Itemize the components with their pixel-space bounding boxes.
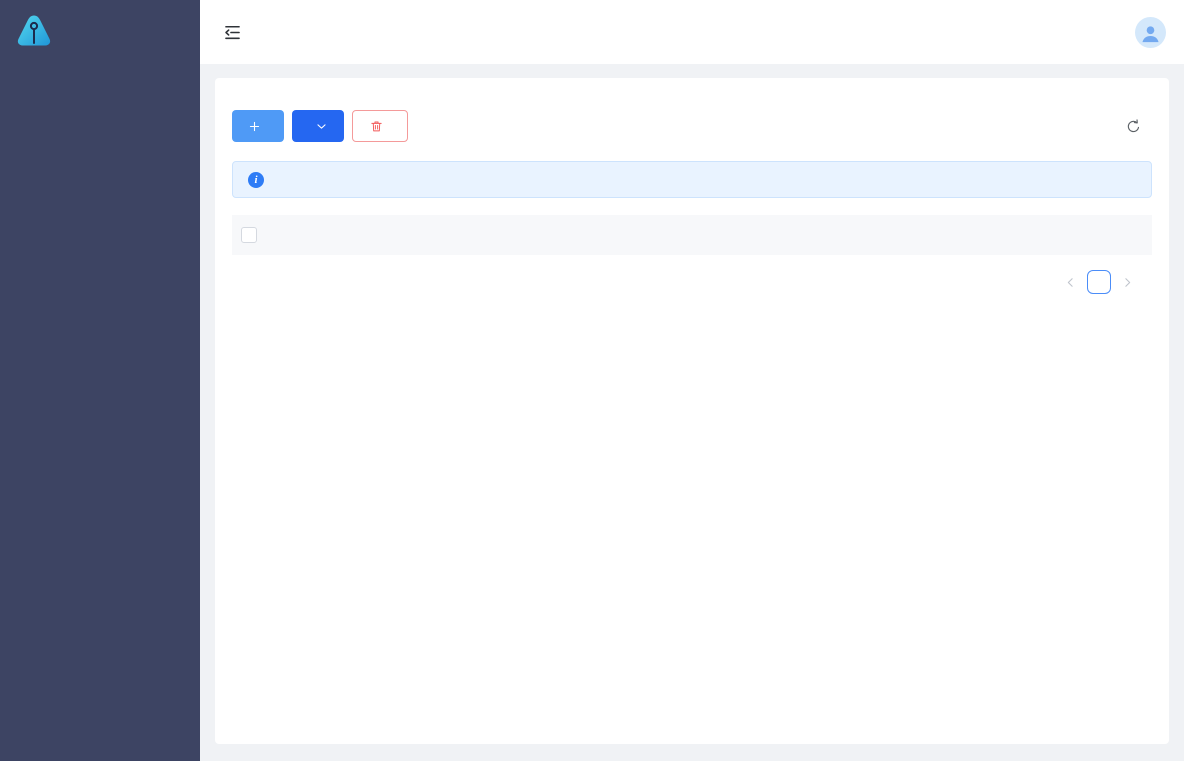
user-icon [1139, 22, 1162, 45]
sidebar-menu [0, 58, 200, 745]
plus-icon [248, 120, 261, 133]
info-icon: i [248, 172, 264, 188]
task-management-panel: i [215, 78, 1169, 744]
topbar [200, 0, 1184, 64]
main-area: i [200, 0, 1184, 761]
prev-page-icon[interactable] [1064, 276, 1077, 289]
topbar-right [1101, 17, 1166, 48]
chevron-down-icon [315, 120, 328, 133]
page-number[interactable] [1087, 270, 1111, 294]
next-page-icon[interactable] [1121, 276, 1134, 289]
app-window: i [0, 0, 1184, 761]
task-table [232, 215, 1152, 255]
pagination [232, 270, 1152, 294]
table-header [232, 215, 1152, 255]
avatar[interactable] [1135, 17, 1166, 48]
app-logo [0, 0, 200, 58]
trash-icon [369, 119, 384, 134]
action-toolbar [232, 110, 1152, 142]
select-all-checkbox[interactable] [241, 227, 257, 243]
sidebar-collapse-icon[interactable] [222, 22, 243, 43]
add-task-button[interactable] [232, 110, 284, 142]
user-total-text [0, 745, 200, 761]
app-logo-icon [14, 13, 54, 50]
selection-alert: i [232, 161, 1152, 198]
batch-delete-button[interactable] [352, 110, 408, 142]
content-area: i [200, 64, 1184, 761]
sidebar [0, 0, 200, 761]
refresh-icon[interactable] [1125, 118, 1142, 135]
batch-execute-button[interactable] [292, 110, 344, 142]
